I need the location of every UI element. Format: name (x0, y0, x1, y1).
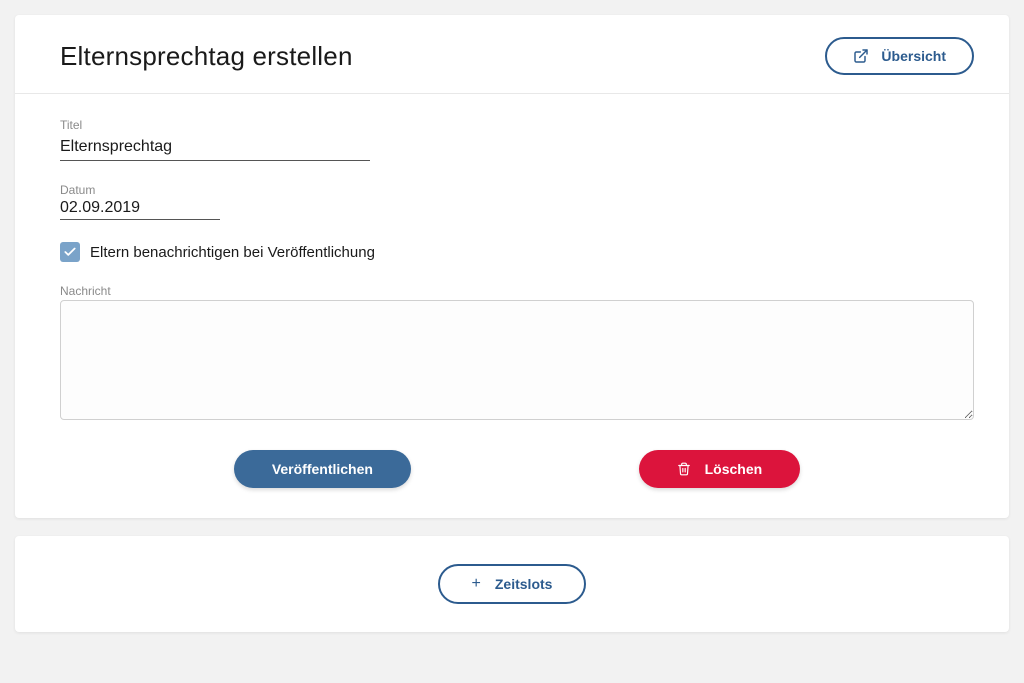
card-body: Titel Datum Eltern b (15, 94, 1009, 518)
delete-button[interactable]: Löschen (639, 450, 801, 488)
date-label: Datum (60, 183, 974, 197)
publish-button[interactable]: Veröffentlichen (234, 450, 411, 488)
external-link-icon (853, 48, 869, 64)
page-title: Elternsprechtag erstellen (60, 41, 353, 72)
notify-checkbox[interactable] (60, 242, 80, 262)
delete-label: Löschen (705, 461, 763, 477)
date-input[interactable] (60, 199, 267, 217)
message-textarea[interactable] (60, 300, 974, 420)
plus-icon: + (472, 575, 481, 593)
action-button-row: Veröffentlichen Löschen (60, 450, 974, 488)
message-field: Nachricht (60, 284, 974, 425)
title-input[interactable] (60, 134, 370, 161)
date-input-wrap (60, 199, 220, 220)
timeslots-card: + Zeitslots (15, 536, 1009, 632)
overview-button[interactable]: Übersicht (825, 37, 974, 75)
message-label: Nachricht (60, 284, 974, 298)
notify-checkbox-row: Eltern benachrichtigen bei Veröffentlich… (60, 242, 974, 262)
title-field: Titel (60, 118, 974, 161)
title-label: Titel (60, 118, 974, 132)
date-field: Datum (60, 183, 974, 220)
notify-label: Eltern benachrichtigen bei Veröffentlich… (90, 244, 375, 261)
overview-label: Übersicht (881, 48, 946, 64)
trash-icon (677, 462, 691, 476)
timeslots-button[interactable]: + Zeitslots (438, 564, 587, 604)
card-header: Elternsprechtag erstellen Übersicht (15, 15, 1009, 94)
timeslots-label: Zeitslots (495, 576, 553, 592)
check-icon (63, 245, 77, 259)
main-card: Elternsprechtag erstellen Übersicht Tite… (15, 15, 1009, 518)
